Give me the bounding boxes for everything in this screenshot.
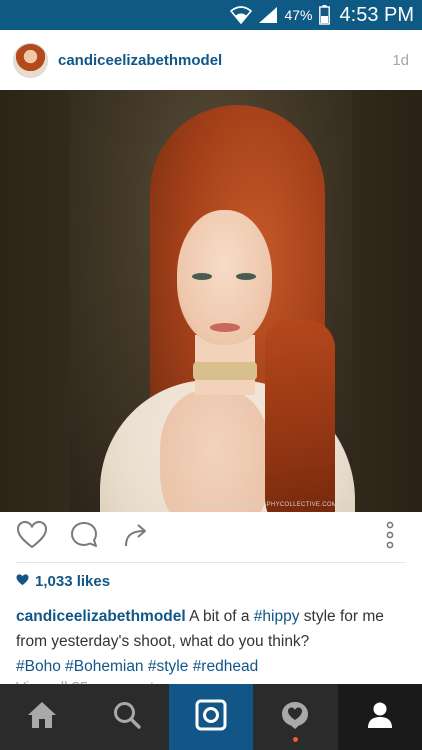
- avatar[interactable]: [13, 42, 48, 78]
- comment-icon: [69, 520, 99, 555]
- heart-icon: [16, 520, 48, 554]
- post-header: candiceelizabethmodel 1d: [0, 30, 422, 90]
- small-heart-icon: [16, 573, 35, 590]
- activity-icon: [279, 699, 311, 736]
- likes-label: 1,033 likes: [35, 573, 111, 590]
- home-icon: [26, 700, 58, 735]
- nav-home[interactable]: [0, 684, 84, 750]
- comment-button[interactable]: [68, 521, 100, 553]
- hashtag-hippy[interactable]: #hippy: [254, 608, 300, 625]
- post-actions: [0, 512, 422, 562]
- more-options-icon: [385, 520, 395, 555]
- bottom-nav: [0, 684, 422, 750]
- battery-percent: 47%: [284, 7, 313, 23]
- nav-search[interactable]: [84, 684, 168, 750]
- notification-dot: [292, 737, 298, 742]
- clock: 4:53 PM: [339, 3, 414, 26]
- hashtag-style[interactable]: #style: [148, 658, 189, 675]
- post-caption: candiceelizabethmodel A bit of a #hippy …: [16, 604, 411, 679]
- hashtag-boho[interactable]: #Boho: [16, 658, 61, 675]
- camera-icon: [195, 699, 227, 736]
- nav-activity[interactable]: [253, 684, 337, 750]
- photo-lips: [210, 323, 240, 332]
- like-button[interactable]: [16, 520, 48, 554]
- search-icon: [112, 700, 142, 735]
- photo-chest: [160, 390, 270, 512]
- battery-icon: [318, 5, 330, 25]
- photo-choker: [193, 362, 257, 380]
- post-timestamp: 1d: [392, 51, 409, 69]
- photo-eye-left: [192, 273, 212, 280]
- post-photo[interactable]: WWW.THEPHOTOGRAPHYCOLLECTIVE.COM.AU: [0, 90, 422, 512]
- signal-icon: [258, 6, 278, 24]
- share-icon: [122, 521, 150, 554]
- nav-camera[interactable]: [168, 684, 254, 750]
- photo-watermark: WWW.THEPHOTOGRAPHYCOLLECTIVE.COM.AU: [197, 502, 348, 508]
- post-username[interactable]: candiceelizabethmodel: [58, 52, 222, 69]
- hashtag-redhead[interactable]: #redhead: [193, 658, 259, 675]
- nav-profile[interactable]: [337, 684, 422, 750]
- photo-eye-right: [236, 273, 256, 280]
- status-bar: 47% 4:53 PM: [0, 0, 422, 30]
- photo-hair-lock: [265, 320, 335, 512]
- caption-username[interactable]: candiceelizabethmodel: [16, 608, 186, 625]
- caption-text-1: A bit of a: [185, 608, 254, 625]
- likes-count[interactable]: 1,033 likes: [16, 573, 110, 590]
- hashtag-bohemian[interactable]: #Bohemian: [65, 658, 143, 675]
- wifi-icon: [230, 6, 253, 24]
- actions-divider: [16, 562, 406, 563]
- share-button[interactable]: [120, 521, 152, 553]
- more-options-button[interactable]: [374, 521, 406, 553]
- profile-icon: [365, 700, 395, 735]
